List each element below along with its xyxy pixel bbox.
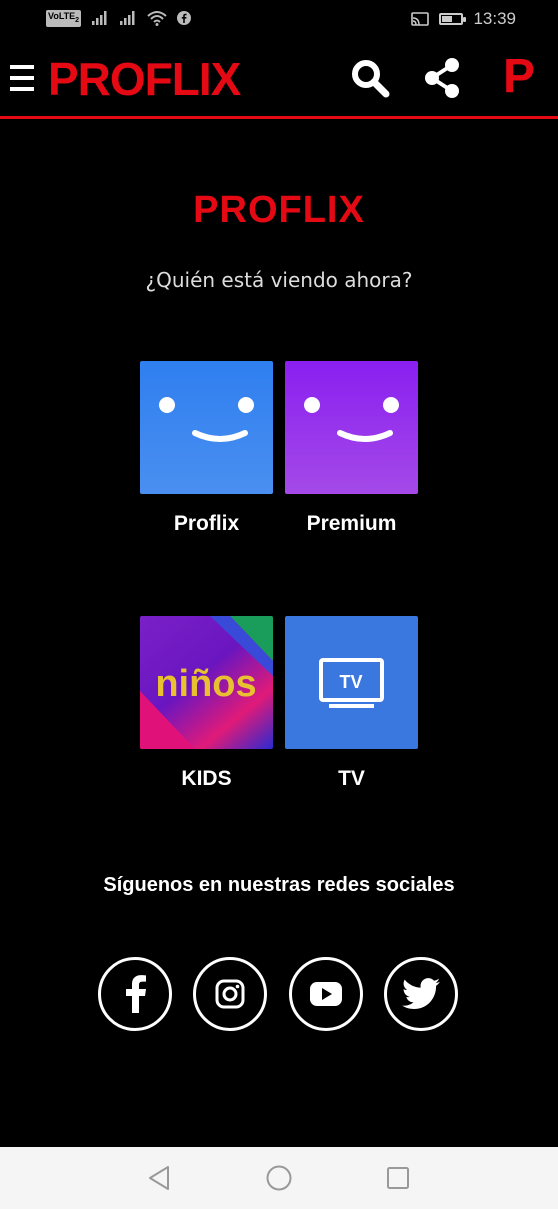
profile-name: KIDS xyxy=(181,767,232,790)
home-icon[interactable] xyxy=(264,1163,294,1193)
ninos-avatar-text: niños xyxy=(155,663,256,705)
profile-tv[interactable]: TV TV xyxy=(285,616,418,791)
twitter-icon[interactable] xyxy=(384,957,458,1031)
social-title: Síguenos en nuestras redes sociales xyxy=(103,874,455,896)
menu-icon[interactable] xyxy=(10,65,34,91)
profile-kids[interactable]: niños KIDS xyxy=(140,616,273,791)
header-divider xyxy=(0,116,558,119)
status-bar: VoLTE2 13:39 xyxy=(0,0,558,42)
smiley-avatar-icon xyxy=(140,361,273,494)
signal-icon xyxy=(92,11,107,26)
header-logo[interactable]: PROFLIX xyxy=(48,53,241,105)
profile-proflix[interactable]: Proflix xyxy=(140,361,273,536)
recents-icon[interactable] xyxy=(383,1163,413,1193)
battery-icon xyxy=(439,13,467,25)
smiley-avatar-icon xyxy=(285,361,418,494)
profile-name: TV xyxy=(338,767,365,790)
search-icon[interactable] xyxy=(348,56,392,100)
share-icon[interactable] xyxy=(420,56,464,100)
status-icons-left: VoLTE2 xyxy=(46,10,192,27)
cast-icon xyxy=(411,11,430,26)
brand-logo: PROFLIX xyxy=(193,189,365,231)
profile-name: Premium xyxy=(306,512,397,535)
facebook-icon[interactable] xyxy=(98,957,172,1031)
tv-avatar-icon: TV xyxy=(285,616,418,749)
back-icon[interactable] xyxy=(144,1163,174,1193)
status-icons-right: 13:39 xyxy=(411,9,516,29)
ninos-avatar-icon: niños xyxy=(140,616,273,749)
tv-avatar-text: TV xyxy=(339,672,362,692)
signal-icon-2 xyxy=(120,11,135,26)
volte-indicator: VoLTE2 xyxy=(46,10,82,27)
youtube-icon[interactable] xyxy=(289,957,363,1031)
profile-icon[interactable]: P xyxy=(498,52,540,102)
profile-name: Proflix xyxy=(173,512,240,535)
system-navigation-bar xyxy=(0,1147,558,1209)
who-is-watching-title: ¿Quién está viendo ahora? xyxy=(145,268,413,292)
wifi-icon xyxy=(147,11,167,27)
facebook-notification-icon xyxy=(177,11,192,26)
instagram-icon[interactable] xyxy=(193,957,267,1031)
profile-premium[interactable]: Premium xyxy=(285,361,418,536)
clock: 13:39 xyxy=(473,9,516,28)
